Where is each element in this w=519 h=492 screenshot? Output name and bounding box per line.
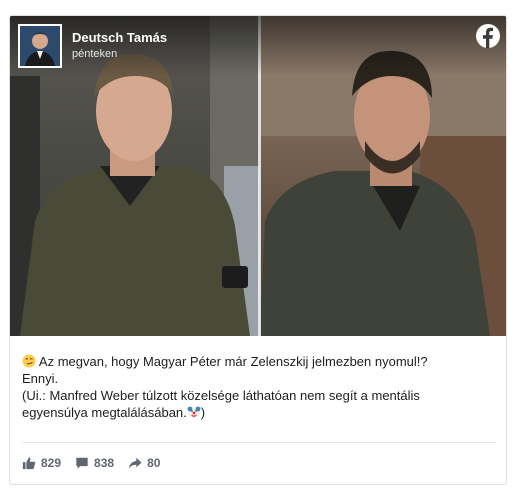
clown-emoji-icon [187,406,201,419]
post-line-1-text: Az megvan, hogy Magyar Péter már Zelensz… [38,354,428,369]
author-name[interactable]: Deutsch Tamás [72,30,167,45]
engagement-stats: 829 838 80 [22,454,174,472]
comments-count: 838 [94,456,115,470]
post-line-1: Az megvan, hogy Magyar Péter már Zelensz… [22,353,496,370]
author-avatar[interactable] [18,24,62,68]
thumbs-up-icon [22,457,36,470]
header-overlay [10,16,506,76]
stats-separator [22,442,496,443]
likes-stat[interactable]: 829 [22,456,61,470]
shares-count: 80 [147,456,161,470]
post-line-2: Ennyi. [22,371,59,386]
post-body: Az megvan, hogy Magyar Péter már Zelensz… [22,353,496,421]
post-line-4-end: ) [200,405,206,420]
smirk-emoji-icon [22,354,36,368]
comments-stat[interactable]: 838 [75,456,114,470]
share-arrow-icon [128,457,142,469]
comment-icon [76,457,88,469]
post-timestamp[interactable]: pénteken [72,48,117,60]
facebook-post-card: Deutsch Tamás pénteken Az megvan, hogy M… [9,15,507,485]
post-line-3: (Ui.: Manfred Weber túlzott közelsége lá… [22,388,420,403]
facebook-icon[interactable] [476,24,500,48]
post-photo[interactable]: Deutsch Tamás pénteken [10,16,506,336]
post-line-4: egyensúlya megtalálásában. ) [22,404,496,421]
shares-stat[interactable]: 80 [128,456,160,470]
likes-count: 829 [41,456,62,470]
post-line-4-text: egyensúlya megtalálásában. [22,405,187,420]
